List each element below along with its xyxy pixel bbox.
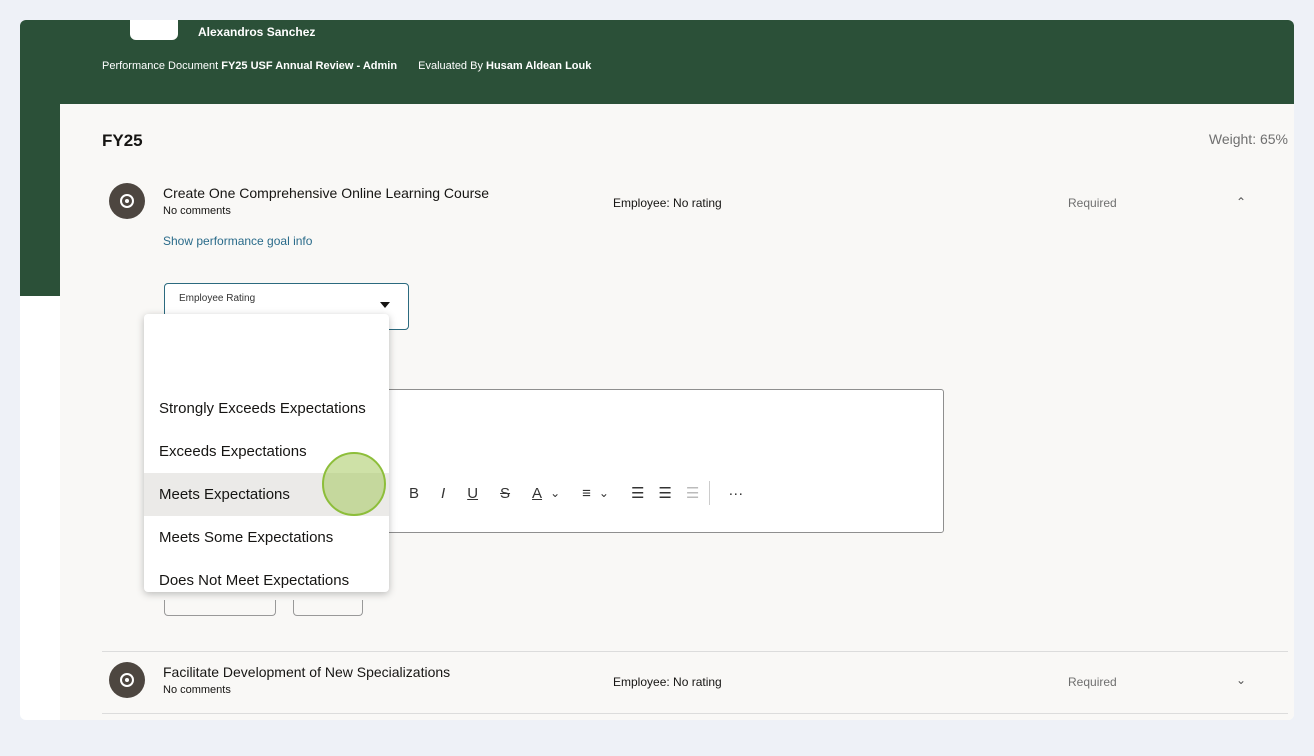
comment-editor[interactable]: B I U S A ⌄ ≡ ⌄ ☰ ☰ ☰ ··· xyxy=(360,389,944,533)
goal-employee-rating: Employee: No rating xyxy=(613,675,722,689)
font-color-button[interactable]: A xyxy=(532,485,542,502)
employee-name: Alexandros Sanchez xyxy=(198,25,316,39)
click-indicator xyxy=(322,452,386,516)
left-band xyxy=(20,20,60,296)
select-label: Employee Rating xyxy=(179,293,256,304)
chevron-down-icon[interactable]: ⌄ xyxy=(1236,673,1246,687)
divider xyxy=(102,651,1288,652)
outdent-icon[interactable]: ☰ xyxy=(686,484,699,502)
align-icon[interactable]: ≡ xyxy=(582,485,591,502)
evaluated-value: Husam Aldean Louk xyxy=(486,60,592,72)
section-title: FY25 xyxy=(102,131,143,150)
editor-toolbar: B I U S A ⌄ ≡ ⌄ ☰ ☰ ☰ ··· xyxy=(361,478,765,508)
target-icon xyxy=(109,662,145,698)
bold-button[interactable]: B xyxy=(409,485,419,502)
goal-comments: No comments xyxy=(163,684,231,696)
goal-employee-rating: Employee: No rating xyxy=(613,196,722,210)
toolbar-divider xyxy=(709,481,711,505)
option-does-not-meet[interactable]: Does Not Meet Expectations xyxy=(144,559,389,602)
chevron-down-icon[interactable]: ⌄ xyxy=(599,486,609,500)
chevron-up-icon[interactable]: ⌃ xyxy=(1236,195,1246,209)
evaluated-label: Evaluated By xyxy=(418,60,483,72)
bullet-list-icon[interactable]: ☰ xyxy=(631,484,644,502)
goal-comments: No comments xyxy=(163,205,231,217)
goal-title[interactable]: Facilitate Development of New Specializa… xyxy=(163,664,450,680)
doc-value: FY25 USF Annual Review - Admin xyxy=(221,60,398,72)
doc-label: Performance Document xyxy=(102,60,219,72)
document-info: Performance Document FY25 USF Annual Rev… xyxy=(102,60,591,72)
divider xyxy=(102,713,1288,714)
caret-down-icon xyxy=(380,302,390,308)
goal-required: Required xyxy=(1068,675,1117,689)
action-button[interactable] xyxy=(293,600,363,616)
goal-title[interactable]: Create One Comprehensive Online Learning… xyxy=(163,185,489,201)
option-strongly-exceeds[interactable]: Strongly Exceeds Expectations xyxy=(144,387,389,430)
goal-required: Required xyxy=(1068,196,1117,210)
show-goal-info-link[interactable]: Show performance goal info xyxy=(163,234,312,248)
avatar xyxy=(130,20,178,40)
more-options-button[interactable]: ··· xyxy=(728,485,743,502)
underline-button[interactable]: U xyxy=(467,485,478,502)
option-meets-some[interactable]: Meets Some Expectations xyxy=(144,516,389,559)
action-button[interactable] xyxy=(164,600,276,616)
strikethrough-button[interactable]: S xyxy=(500,485,510,502)
target-icon xyxy=(109,183,145,219)
section-weight: Weight: 65% xyxy=(1208,131,1288,147)
italic-button[interactable]: I xyxy=(441,485,445,502)
chevron-down-icon[interactable]: ⌄ xyxy=(550,486,560,500)
page-header: Alexandros Sanchez Performance Document … xyxy=(60,20,1294,104)
numbered-list-icon[interactable]: ☰ xyxy=(658,484,671,502)
